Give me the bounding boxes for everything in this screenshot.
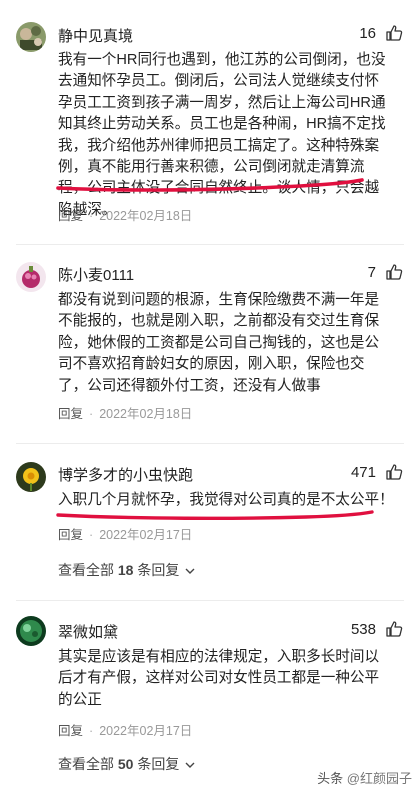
- reply-count: 50: [117, 756, 134, 772]
- comment-text: 都没有说到问题的根源，生育保险缴费不满一年是不能报的，也就是刚入职，之前都没有交…: [58, 292, 380, 394]
- view-all-prefix: 查看全部: [58, 756, 118, 772]
- username[interactable]: 陈小麦0111: [58, 264, 134, 285]
- comment-meta: 回复 · 2022年02月18日: [58, 407, 193, 421]
- reply-button[interactable]: 回复: [58, 407, 83, 421]
- divider: [16, 244, 404, 245]
- view-all-suffix: 条回复: [133, 756, 180, 772]
- avatar[interactable]: [16, 616, 46, 646]
- view-all-prefix: 查看全部: [58, 562, 118, 578]
- reply-button[interactable]: 回复: [58, 209, 83, 223]
- chevron-down-icon: [185, 568, 195, 574]
- comment-meta: 回复 · 2022年02月18日: [58, 209, 193, 223]
- watermark-handle: @红颜园子: [346, 771, 412, 786]
- reply-count: 18: [117, 562, 134, 578]
- avatar[interactable]: [16, 262, 46, 292]
- username[interactable]: 博学多才的小虫快跑: [58, 464, 193, 485]
- like-count: 471: [350, 464, 376, 481]
- reply-button[interactable]: 回复: [58, 724, 83, 738]
- comment-date: 2022年02月18日: [99, 407, 193, 421]
- thumbs-up-icon[interactable]: [384, 262, 404, 282]
- view-all-suffix: 条回复: [133, 562, 180, 578]
- like-count: 7: [367, 264, 376, 281]
- red-underline: [56, 178, 364, 192]
- chevron-down-icon: [185, 762, 195, 768]
- username[interactable]: 翠微如黛: [58, 621, 118, 642]
- view-all-replies-link[interactable]: 查看全部 50 条回复: [58, 754, 195, 774]
- comment-date: 2022年02月17日: [99, 724, 193, 738]
- username[interactable]: 静中见真境: [58, 25, 133, 46]
- red-underline: [56, 510, 374, 521]
- thumbs-up-icon[interactable]: [384, 23, 404, 43]
- view-all-replies-link[interactable]: 查看全部 18 条回复: [58, 560, 195, 580]
- comment-date: 2022年02月18日: [99, 209, 193, 223]
- divider: [16, 443, 404, 444]
- thumbs-up-icon[interactable]: [384, 462, 404, 482]
- like-count: 16: [359, 25, 376, 42]
- avatar[interactable]: [16, 462, 46, 492]
- reply-button[interactable]: 回复: [58, 528, 83, 542]
- thumbs-up-icon[interactable]: [384, 619, 404, 639]
- avatar[interactable]: [16, 22, 46, 52]
- comment-meta: 回复 · 2022年02月17日: [58, 724, 193, 738]
- like-count: 538: [350, 621, 376, 638]
- comment-text: 其实是应该是有相应的法律规定，入职多长时间以后才有产假，这样对公司对女性员工都是…: [58, 649, 380, 708]
- comment-meta: 回复 · 2022年02月17日: [58, 528, 193, 542]
- comment-date: 2022年02月17日: [99, 528, 193, 542]
- watermark-prefix: 头条: [317, 771, 344, 786]
- divider: [16, 600, 404, 601]
- watermark: 头条 @红颜园子: [317, 768, 412, 787]
